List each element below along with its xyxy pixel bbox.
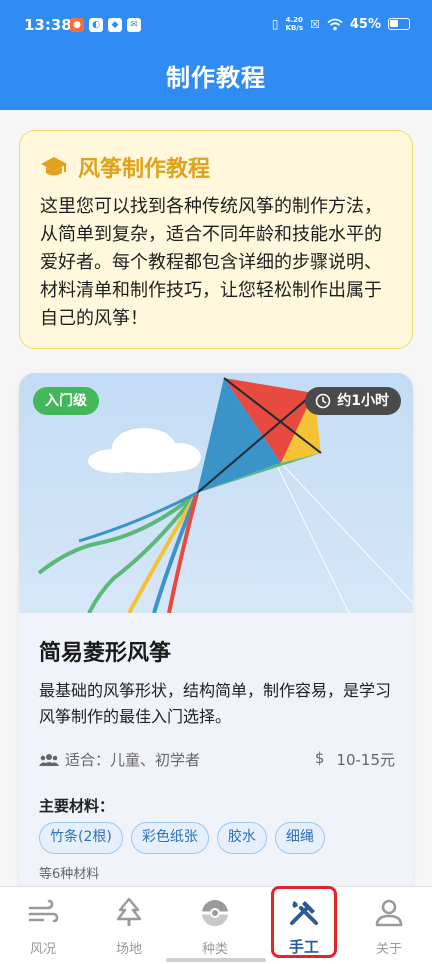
nav-item-venue[interactable]: 场地: [86, 887, 172, 964]
nav-label: 场地: [115, 942, 142, 957]
active-tab-highlight: [271, 886, 337, 958]
nav-label: 风况: [29, 942, 56, 957]
material-chip: 细绳: [274, 822, 325, 854]
wind-icon: [28, 899, 59, 923]
app-icon-1: ●: [70, 18, 84, 32]
group-icon: [39, 753, 59, 766]
time-badge: 约1小时: [305, 387, 401, 415]
home-indicator[interactable]: [166, 958, 266, 962]
app-icon-3: ◆: [108, 18, 122, 32]
bottom-nav: 风况 场地 种类 手工 关于: [0, 886, 432, 964]
mail-icon: ✉: [127, 18, 141, 32]
materials-title: 主要材料：: [39, 797, 115, 815]
tree-icon: [116, 897, 142, 926]
pokeball-icon: [202, 900, 228, 926]
tutorial-card[interactable]: 入门级 约1小时 简易菱形风筝 最基础的风筝形状，结构简单，制作容易，是学习风筝…: [19, 373, 413, 893]
battery-icon: [388, 18, 410, 30]
nav-item-types[interactable]: 种类: [172, 887, 258, 964]
network-speed: 4.20 KB/s: [285, 16, 303, 32]
time-badge-label: 约1小时: [337, 393, 389, 409]
nav-label: 关于: [375, 942, 402, 957]
wifi-icon: [327, 18, 343, 30]
nav-item-about[interactable]: 关于: [346, 887, 432, 964]
level-badge: 入门级: [33, 387, 99, 415]
suitable-label: 适合：儿童、初学者: [65, 751, 201, 769]
price-info: $ 10-15元: [315, 749, 395, 770]
vibrate-icon: ▯: [271, 17, 279, 31]
intro-title: 风筝制作教程: [78, 157, 211, 182]
status-right: ▯ 4.20 KB/s ☒ 45%: [272, 16, 410, 32]
intro-card: 风筝制作教程 这里您可以找到各种传统风筝的制作方法，从简单到复杂，适合不同年龄和…: [19, 130, 413, 349]
material-chip: 彩色纸张: [130, 822, 209, 854]
materials-more: 等6种材料: [39, 867, 100, 882]
person-icon: [375, 899, 403, 927]
tutorial-description: 最基础的风筝形状，结构简单，制作容易，是学习风筝制作的最佳入门选择。: [39, 681, 392, 726]
dollar-icon: $: [314, 749, 325, 767]
nav-item-wind[interactable]: 风况: [0, 887, 86, 964]
clock-icon: [315, 393, 331, 409]
status-bar: 13:38 ● ◐ ◆ ✉ ▯ 4.20 KB/s ☒ 45%: [0, 0, 432, 52]
materials-list: 竹条(2根) 彩色纸张 胶水 细绳: [39, 822, 325, 854]
graduation-cap-icon: [41, 157, 67, 176]
price-label: 10-15元: [336, 751, 395, 769]
material-chip: 胶水: [216, 822, 267, 854]
page-title: 制作教程: [166, 64, 266, 92]
tutorial-meta: 适合：儿童、初学者 $ 10-15元: [39, 749, 395, 771]
app-icon-2: ◐: [89, 18, 103, 32]
battery-percent: 45%: [349, 16, 381, 32]
tutorial-title: 简易菱形风筝: [39, 641, 172, 666]
intro-text: 这里您可以找到各种传统风筝的制作方法，从简单到复杂，适合不同年龄和技能水平的爱好…: [40, 196, 382, 329]
status-time: 13:38: [24, 16, 72, 34]
material-chip: 竹条(2根): [39, 822, 123, 854]
notification-icons: ● ◐ ◆ ✉: [70, 18, 141, 32]
nav-label: 种类: [201, 942, 228, 957]
sim-icon: ☒: [310, 17, 320, 31]
app-header: 13:38 ● ◐ ◆ ✉ ▯ 4.20 KB/s ☒ 45% 制作教程: [0, 0, 432, 110]
suitable-info: 适合：儿童、初学者: [39, 749, 200, 770]
intro-heading: 风筝制作教程: [40, 151, 394, 183]
